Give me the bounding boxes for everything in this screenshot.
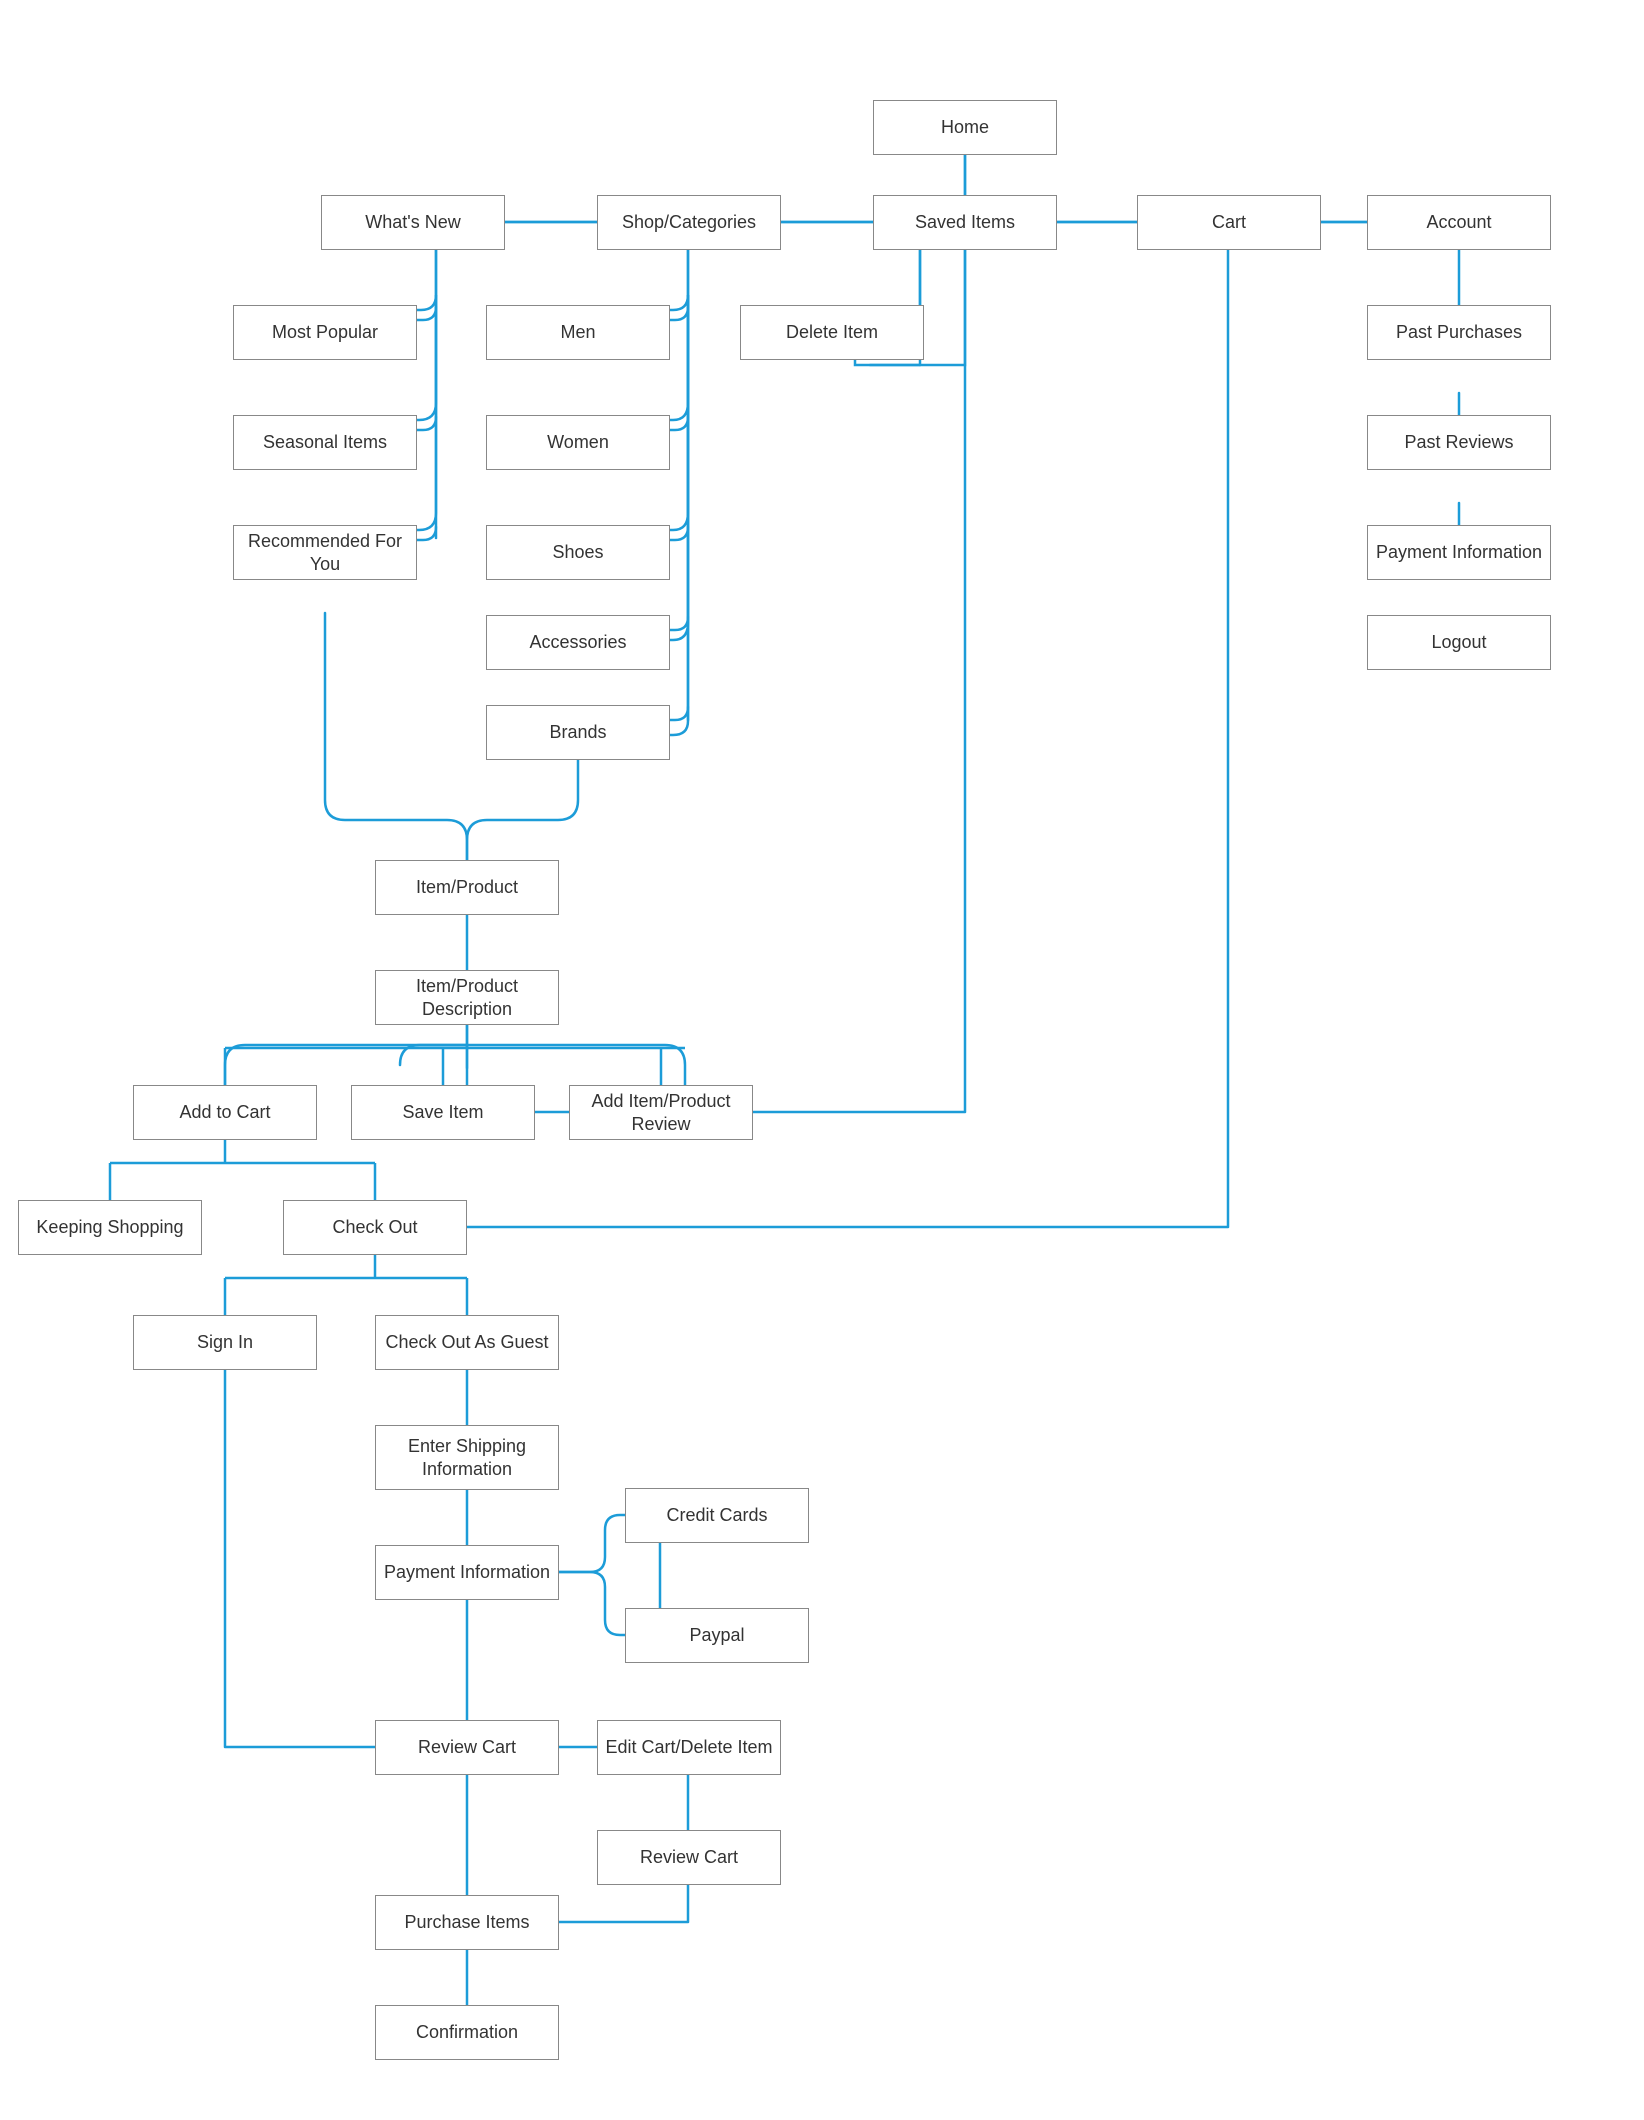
label: Paypal bbox=[689, 1624, 744, 1647]
label: Past Purchases bbox=[1396, 321, 1522, 344]
label: Most Popular bbox=[272, 321, 378, 344]
label: Cart bbox=[1212, 211, 1246, 234]
label: Check Out bbox=[332, 1216, 417, 1239]
label: Past Reviews bbox=[1404, 431, 1513, 454]
node-most-popular: Most Popular bbox=[233, 305, 417, 360]
node-review-cart-2: Review Cart bbox=[597, 1830, 781, 1885]
node-keeping-shopping: Keeping Shopping bbox=[18, 1200, 202, 1255]
node-past-purchases: Past Purchases bbox=[1367, 305, 1551, 360]
label: Edit Cart/Delete Item bbox=[605, 1736, 772, 1759]
node-payment-information: Payment Information bbox=[375, 1545, 559, 1600]
label: Men bbox=[560, 321, 595, 344]
label: Item/Product Description bbox=[380, 975, 554, 1020]
label: What's New bbox=[365, 211, 460, 234]
label: Add to Cart bbox=[179, 1101, 270, 1124]
node-account: Account bbox=[1367, 195, 1551, 250]
label: Recommended For You bbox=[238, 530, 412, 575]
diagram-canvas: Home What's New Shop/Categories Saved It… bbox=[0, 0, 1644, 2120]
node-review-cart: Review Cart bbox=[375, 1720, 559, 1775]
label: Sign In bbox=[197, 1331, 253, 1354]
node-edit-cart: Edit Cart/Delete Item bbox=[597, 1720, 781, 1775]
label: Add Item/Product Review bbox=[574, 1090, 748, 1135]
label: Seasonal Items bbox=[263, 431, 387, 454]
node-paypal: Paypal bbox=[625, 1608, 809, 1663]
node-credit-cards: Credit Cards bbox=[625, 1488, 809, 1543]
node-save-item: Save Item bbox=[351, 1085, 535, 1140]
node-logout: Logout bbox=[1367, 615, 1551, 670]
label: Shoes bbox=[552, 541, 603, 564]
node-saved-items: Saved Items bbox=[873, 195, 1057, 250]
label: Home bbox=[941, 116, 989, 139]
label: Save Item bbox=[402, 1101, 483, 1124]
node-women: Women bbox=[486, 415, 670, 470]
label: Keeping Shopping bbox=[36, 1216, 183, 1239]
label: Shop/Categories bbox=[622, 211, 756, 234]
label: Women bbox=[547, 431, 609, 454]
node-confirmation: Confirmation bbox=[375, 2005, 559, 2060]
label: Purchase Items bbox=[404, 1911, 529, 1934]
label: Saved Items bbox=[915, 211, 1015, 234]
label: Credit Cards bbox=[666, 1504, 767, 1527]
label: Payment Information bbox=[1376, 541, 1542, 564]
node-purchase-items: Purchase Items bbox=[375, 1895, 559, 1950]
label: Accessories bbox=[529, 631, 626, 654]
node-check-out-guest: Check Out As Guest bbox=[375, 1315, 559, 1370]
node-brands: Brands bbox=[486, 705, 670, 760]
node-item-product: Item/Product bbox=[375, 860, 559, 915]
label: Confirmation bbox=[416, 2021, 518, 2044]
node-item-description: Item/Product Description bbox=[375, 970, 559, 1025]
label: Check Out As Guest bbox=[385, 1331, 548, 1354]
node-seasonal-items: Seasonal Items bbox=[233, 415, 417, 470]
node-men: Men bbox=[486, 305, 670, 360]
node-add-to-cart: Add to Cart bbox=[133, 1085, 317, 1140]
label: Review Cart bbox=[418, 1736, 516, 1759]
label: Payment Information bbox=[384, 1561, 550, 1584]
label: Delete Item bbox=[786, 321, 878, 344]
label: Account bbox=[1426, 211, 1491, 234]
node-enter-shipping: Enter Shipping Information bbox=[375, 1425, 559, 1490]
label: Enter Shipping Information bbox=[380, 1435, 554, 1480]
node-past-reviews: Past Reviews bbox=[1367, 415, 1551, 470]
label: Item/Product bbox=[416, 876, 518, 899]
node-add-review: Add Item/Product Review bbox=[569, 1085, 753, 1140]
node-check-out: Check Out bbox=[283, 1200, 467, 1255]
node-shoes: Shoes bbox=[486, 525, 670, 580]
label: Logout bbox=[1431, 631, 1486, 654]
node-shop-categories: Shop/Categories bbox=[597, 195, 781, 250]
node-accessories: Accessories bbox=[486, 615, 670, 670]
node-home: Home bbox=[873, 100, 1057, 155]
node-payment-information-acct: Payment Information bbox=[1367, 525, 1551, 580]
node-sign-in: Sign In bbox=[133, 1315, 317, 1370]
node-recommended: Recommended For You bbox=[233, 525, 417, 580]
node-cart: Cart bbox=[1137, 195, 1321, 250]
node-whats-new: What's New bbox=[321, 195, 505, 250]
label: Brands bbox=[549, 721, 606, 744]
label: Review Cart bbox=[640, 1846, 738, 1869]
node-delete-item: Delete Item bbox=[740, 305, 924, 360]
